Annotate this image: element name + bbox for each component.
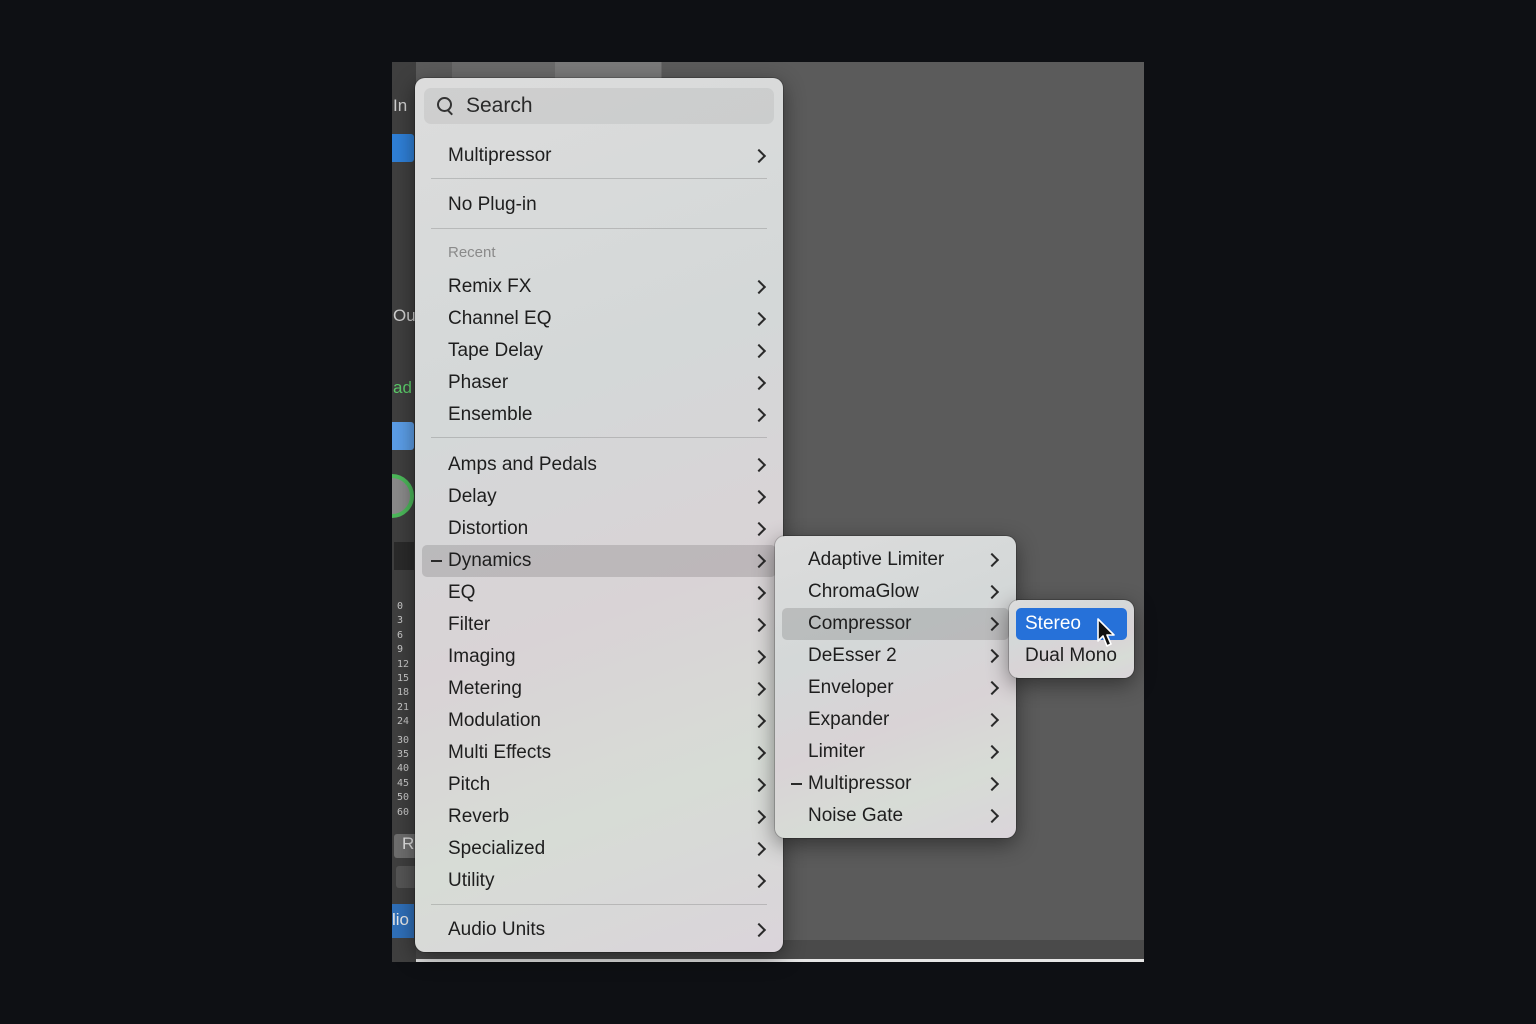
menu-item-no-plugin[interactable]: No Plug-in bbox=[422, 189, 776, 221]
track-name-label[interactable]: lio bbox=[392, 904, 414, 938]
chevron-right-icon bbox=[748, 609, 776, 641]
chevron-right-icon bbox=[748, 481, 776, 513]
channel-strip-edge: In Ou ad 0 3 6 9 12 15 18 21 24 30 35 40… bbox=[392, 62, 416, 962]
menu-item-ensemble[interactable]: Ensemble bbox=[422, 399, 776, 431]
level-meter-scale: 0 3 6 9 12 15 18 21 24 30 35 40 45 50 60 bbox=[397, 601, 410, 818]
chevron-right-icon bbox=[748, 801, 776, 833]
menu-item-limiter[interactable]: Limiter bbox=[782, 736, 1009, 768]
search-field[interactable] bbox=[424, 88, 774, 124]
chevron-right-icon bbox=[748, 335, 776, 367]
chevron-right-icon bbox=[748, 833, 776, 865]
menu-item-compressor[interactable]: Compressor bbox=[782, 608, 1009, 640]
search-input[interactable] bbox=[466, 94, 756, 118]
menu-item-adaptive-limiter[interactable]: Adaptive Limiter bbox=[782, 544, 1009, 576]
chevron-right-icon bbox=[981, 736, 1009, 768]
chevron-right-icon bbox=[748, 367, 776, 399]
menu-item-reverb[interactable]: Reverb bbox=[422, 801, 776, 833]
pan-knob[interactable] bbox=[392, 474, 414, 518]
menu-item-remix-fx[interactable]: Remix FX bbox=[422, 271, 776, 303]
chevron-right-icon bbox=[748, 449, 776, 481]
chevron-right-icon bbox=[981, 544, 1009, 576]
read-automation-label[interactable]: ad bbox=[393, 378, 412, 398]
chevron-right-icon bbox=[748, 769, 776, 801]
chevron-right-icon bbox=[981, 704, 1009, 736]
output-label[interactable]: Ou bbox=[393, 306, 416, 326]
menu-item-multipressor-dynamics[interactable]: Multipressor bbox=[782, 768, 1009, 800]
menu-item-dynamics[interactable]: Dynamics bbox=[422, 545, 776, 577]
chevron-right-icon bbox=[981, 768, 1009, 800]
menu-item-amps-and-pedals[interactable]: Amps and Pedals bbox=[422, 449, 776, 481]
menu-item-expander[interactable]: Expander bbox=[782, 704, 1009, 736]
menu-item-specialized[interactable]: Specialized bbox=[422, 833, 776, 865]
menu-separator bbox=[431, 178, 767, 179]
chevron-right-icon bbox=[748, 737, 776, 769]
menu-item-distortion[interactable]: Distortion bbox=[422, 513, 776, 545]
menu-separator bbox=[431, 904, 767, 905]
current-selection-dash-icon bbox=[791, 783, 802, 785]
solo-button[interactable] bbox=[396, 866, 416, 888]
menu-item-delay[interactable]: Delay bbox=[422, 481, 776, 513]
section-header-recent: Recent bbox=[448, 244, 496, 261]
menu-item-enveloper[interactable]: Enveloper bbox=[782, 672, 1009, 704]
menu-item-channel-eq[interactable]: Channel EQ bbox=[422, 303, 776, 335]
menu-item-noise-gate[interactable]: Noise Gate bbox=[782, 800, 1009, 832]
chevron-right-icon bbox=[748, 914, 776, 946]
menu-item-audio-units[interactable]: Audio Units bbox=[422, 914, 776, 946]
menu-item-multi-effects[interactable]: Multi Effects bbox=[422, 737, 776, 769]
menu-item-filter[interactable]: Filter bbox=[422, 609, 776, 641]
chevron-right-icon bbox=[981, 576, 1009, 608]
input-label[interactable]: In bbox=[393, 96, 407, 116]
chevron-right-icon bbox=[748, 705, 776, 737]
chevron-right-icon bbox=[981, 800, 1009, 832]
chevron-right-icon bbox=[748, 140, 776, 172]
chevron-right-icon bbox=[748, 399, 776, 431]
chevron-right-icon bbox=[981, 672, 1009, 704]
chevron-right-icon bbox=[981, 608, 1009, 640]
chevron-right-icon bbox=[748, 271, 776, 303]
chevron-right-icon bbox=[981, 640, 1009, 672]
dynamics-submenu: Adaptive Limiter ChromaGlow Compressor D… bbox=[775, 536, 1016, 838]
record-button[interactable]: R bbox=[394, 834, 416, 858]
search-icon bbox=[434, 95, 456, 117]
current-selection-dash-icon bbox=[431, 560, 442, 562]
chevron-right-icon bbox=[748, 577, 776, 609]
menu-item-metering[interactable]: Metering bbox=[422, 673, 776, 705]
eq-button[interactable] bbox=[392, 134, 414, 162]
menu-item-imaging[interactable]: Imaging bbox=[422, 641, 776, 673]
plugin-menu: Multipressor No Plug-in Recent Remix FX … bbox=[415, 78, 783, 952]
chevron-right-icon bbox=[748, 673, 776, 705]
menu-item-eq[interactable]: EQ bbox=[422, 577, 776, 609]
mouse-pointer-icon bbox=[1097, 618, 1115, 647]
menu-item-modulation[interactable]: Modulation bbox=[422, 705, 776, 737]
menu-item-tape-delay[interactable]: Tape Delay bbox=[422, 335, 776, 367]
menu-separator bbox=[431, 228, 767, 229]
volume-display bbox=[394, 542, 414, 570]
menu-item-phaser[interactable]: Phaser bbox=[422, 367, 776, 399]
menu-item-pitch[interactable]: Pitch bbox=[422, 769, 776, 801]
chevron-right-icon bbox=[748, 545, 776, 577]
chevron-right-icon bbox=[748, 865, 776, 897]
chevron-right-icon bbox=[748, 641, 776, 673]
menu-item-deesser-2[interactable]: DeEsser 2 bbox=[782, 640, 1009, 672]
menu-item-chromaglow[interactable]: ChromaGlow bbox=[782, 576, 1009, 608]
chevron-right-icon bbox=[748, 513, 776, 545]
menu-item-utility[interactable]: Utility bbox=[422, 865, 776, 897]
menu-item-multipressor[interactable]: Multipressor bbox=[422, 140, 776, 172]
chevron-right-icon bbox=[748, 303, 776, 335]
menu-separator bbox=[431, 437, 767, 438]
top-tab-strip-active bbox=[555, 62, 661, 78]
waveform-button[interactable] bbox=[392, 422, 414, 450]
